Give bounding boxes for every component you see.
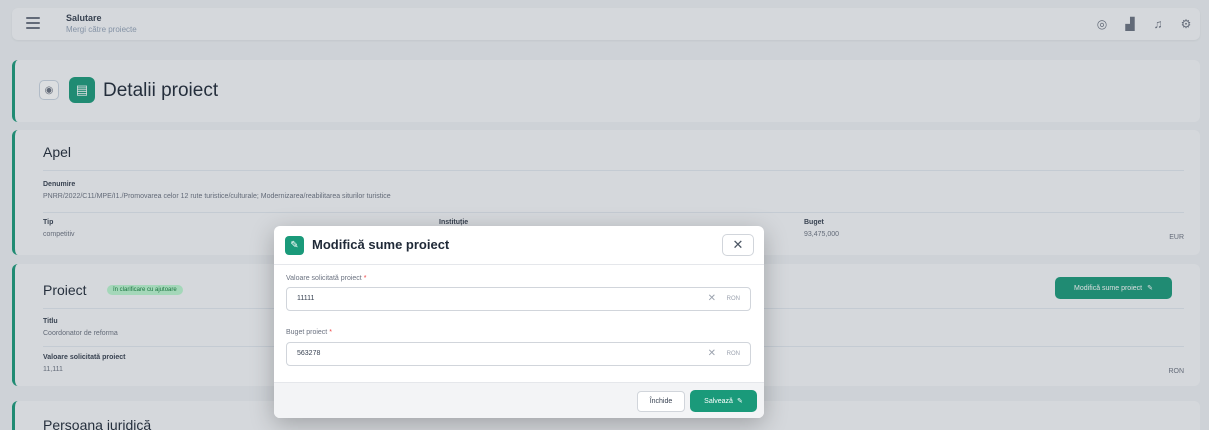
modify-amounts-modal: ✎ Modifică sume proiect ✕ Valoare solici… xyxy=(274,226,764,418)
modal-header: ✎ Modifică sume proiect ✕ xyxy=(274,226,764,265)
requested-value-input[interactable]: 11111 ✕ RON xyxy=(286,287,751,311)
close-icon[interactable]: ✕ xyxy=(722,234,754,256)
requested-value-text: 11111 xyxy=(297,295,315,302)
currency-unit: RON xyxy=(726,351,740,357)
clear-icon[interactable]: ✕ xyxy=(708,348,716,359)
budget-label-text: Buget proiect xyxy=(286,329,328,336)
edit-icon: ✎ xyxy=(736,398,743,405)
required-mark: * xyxy=(329,329,332,336)
budget-label: Buget proiect * xyxy=(286,329,332,336)
budget-value-text: 563278 xyxy=(297,350,321,357)
save-label: Salvează xyxy=(704,397,733,405)
close-button[interactable]: Închide xyxy=(637,391,685,412)
modal-footer: Închide Salvează ✎ xyxy=(274,382,764,418)
save-button[interactable]: Salvează ✎ xyxy=(690,390,757,412)
edit-icon: ✎ xyxy=(285,236,304,255)
required-mark: * xyxy=(363,275,367,282)
requested-value-label: Valoare solicitată proiect * xyxy=(286,275,366,282)
clear-icon[interactable]: ✕ xyxy=(708,293,716,304)
modal-title: Modifică sume proiect xyxy=(312,237,450,252)
budget-input[interactable]: 563278 ✕ RON xyxy=(286,342,751,366)
requested-value-label-text: Valoare solicitată proiect xyxy=(286,275,362,282)
currency-unit: RON xyxy=(726,296,740,302)
